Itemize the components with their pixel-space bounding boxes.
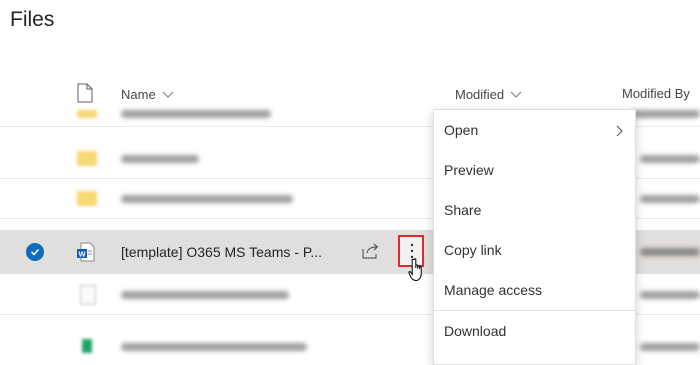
blurred-text: [640, 291, 700, 299]
blurred-text: [121, 110, 271, 118]
menu-item-preview[interactable]: Preview: [434, 150, 635, 190]
checkmark-circle-icon[interactable]: [26, 243, 44, 261]
column-header-modified-by[interactable]: Modified By: [622, 86, 690, 101]
blurred-text: [121, 343, 307, 351]
word-document-icon: W: [77, 242, 95, 267]
file-name[interactable]: [template] O365 MS Teams - P...: [121, 244, 322, 260]
menu-item-label: Share: [444, 202, 482, 218]
blurred-text: [640, 155, 700, 163]
excel-icon: [82, 339, 92, 353]
context-menu: Open Preview Share Copy link Manage acce…: [433, 109, 636, 365]
blurred-text: [640, 195, 700, 203]
menu-item-copy-link[interactable]: Copy link: [434, 230, 635, 270]
chevron-down-icon: [162, 86, 174, 101]
menu-item-share[interactable]: Share: [434, 190, 635, 230]
column-header-modified[interactable]: Modified: [455, 86, 522, 102]
menu-item-label: Manage access: [444, 282, 543, 298]
menu-item-label: Open: [444, 122, 479, 138]
menu-item-open[interactable]: Open: [434, 110, 635, 150]
blurred-text: [121, 195, 293, 203]
blurred-text: [121, 155, 199, 163]
column-header-modified-by-label: Modified By: [622, 86, 690, 101]
chevron-right-icon: [616, 124, 624, 142]
file-type-icon[interactable]: [77, 83, 93, 108]
menu-item-label: Download: [444, 323, 507, 339]
blurred-text: [121, 291, 289, 299]
folder-icon: [77, 191, 97, 206]
list-header: Name Modified Modified By: [0, 78, 700, 110]
blurred-text: [630, 110, 700, 118]
menu-item-download[interactable]: Download: [434, 311, 635, 351]
svg-text:W: W: [79, 250, 87, 259]
column-header-name-label: Name: [121, 87, 156, 102]
share-icon[interactable]: [362, 243, 380, 264]
chevron-down-icon: [510, 86, 522, 101]
menu-item-label: Copy link: [444, 242, 502, 258]
blurred-text: [640, 248, 700, 256]
folder-icon: [77, 110, 97, 118]
document-icon: [80, 285, 96, 305]
menu-item-manage-access[interactable]: Manage access: [434, 270, 635, 310]
folder-icon: [77, 151, 97, 166]
column-header-modified-label: Modified: [455, 87, 505, 102]
page-title: Files: [10, 8, 55, 31]
hand-pointer-cursor-icon: [407, 258, 427, 287]
menu-item-label: Preview: [444, 162, 494, 178]
blurred-text: [640, 343, 700, 351]
column-header-name[interactable]: Name: [121, 86, 174, 102]
